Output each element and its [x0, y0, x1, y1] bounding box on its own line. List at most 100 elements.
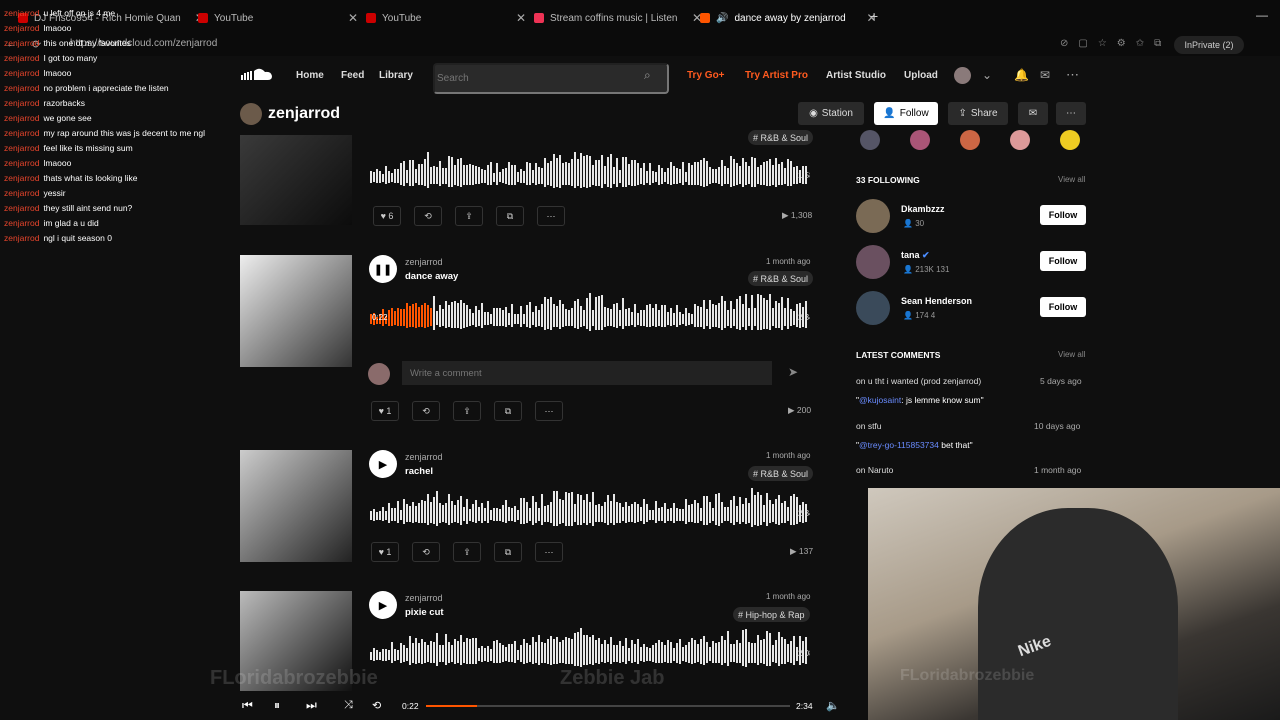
search-icon[interactable]: ⌕ — [644, 68, 651, 83]
follow-button[interactable]: Follow — [1040, 205, 1086, 225]
share-track-button[interactable]: ⇪ — [453, 542, 481, 562]
genre-tag[interactable]: # R&B & Soul — [748, 130, 814, 145]
more-icon[interactable]: ⋯ — [1066, 67, 1079, 83]
copy-link-button[interactable]: ⧉ — [494, 401, 522, 421]
following-name[interactable]: tana ✔ — [901, 250, 930, 261]
copy-link-button[interactable]: ⧉ — [494, 542, 522, 562]
play-button[interactable]: ▶ — [369, 591, 397, 619]
track-artwork[interactable] — [240, 135, 352, 225]
follow-button[interactable]: Follow — [1040, 251, 1086, 271]
track-artist[interactable]: zenjarrod — [405, 452, 443, 462]
station-button[interactable]: ◉ Station — [798, 102, 864, 125]
track-title[interactable]: rachel — [405, 466, 433, 477]
repeat-icon[interactable]: ⟲ — [372, 699, 381, 712]
chevron-down-icon[interactable]: ⌄ — [982, 68, 992, 82]
share-track-button[interactable]: ⇪ — [455, 206, 483, 226]
tab-3[interactable]: YouTube ✕ — [366, 6, 526, 30]
tab-4[interactable]: Stream coffins music | Listen to so ✕ — [534, 6, 702, 30]
share-track-button[interactable]: ⇪ — [453, 401, 481, 421]
track-artist[interactable]: zenjarrod — [405, 257, 443, 267]
more-track-button[interactable]: ⋯ — [537, 206, 565, 226]
track-artwork[interactable] — [240, 450, 352, 562]
mention-link[interactable]: @trey-go-115853734 — [859, 440, 939, 450]
following-name[interactable]: Sean Henderson — [901, 296, 972, 306]
send-icon[interactable]: ➤ — [788, 365, 798, 379]
waveform-bar — [742, 630, 744, 666]
try-go-link[interactable]: Try Go+ — [687, 70, 725, 81]
waveform-bar — [775, 301, 777, 328]
pause-icon[interactable]: ⏸ — [274, 698, 280, 713]
waveform[interactable]: 2:34 0:22 — [370, 292, 810, 334]
track-artwork[interactable] — [240, 255, 352, 367]
more-track-button[interactable]: ⋯ — [535, 542, 563, 562]
genre-tag[interactable]: # Hip-hop & Rap — [733, 607, 810, 622]
pause-button[interactable]: ❚❚ — [369, 255, 397, 283]
followers-avatars[interactable] — [856, 130, 1086, 150]
message-button[interactable]: ✉ — [1018, 102, 1048, 125]
waveform[interactable]: 1:58 — [370, 150, 810, 192]
inprivate-badge[interactable]: InPrivate (2) — [1174, 36, 1244, 54]
comments-view-all[interactable]: View all — [1058, 350, 1085, 359]
track-artist[interactable]: zenjarrod — [405, 593, 443, 603]
track-title[interactable]: pixie cut — [405, 607, 444, 618]
new-tab-icon[interactable]: + — [870, 8, 878, 24]
toolbar-icons[interactable]: ⊘▢☆⚙✩⧉ — [1060, 38, 1171, 49]
search-input[interactable] — [433, 63, 669, 94]
like-button[interactable]: ♥ 6 — [373, 206, 401, 226]
waveform-bar — [781, 297, 783, 330]
like-button[interactable]: ♥ 1 — [371, 401, 399, 421]
following-avatar[interactable] — [856, 245, 890, 279]
waveform-bar — [451, 645, 453, 662]
shuffle-icon[interactable]: ⤨ — [344, 699, 353, 712]
following-avatar[interactable] — [856, 291, 890, 325]
try-artist-pro-link[interactable]: Try Artist Pro — [745, 70, 808, 81]
waveform[interactable]: 2:34 — [370, 488, 810, 530]
close-icon[interactable]: ✕ — [516, 11, 526, 25]
genre-tag[interactable]: # R&B & Soul — [748, 466, 814, 481]
follow-button[interactable]: Follow — [1040, 297, 1086, 317]
waveform-bar — [685, 645, 687, 662]
nav-library[interactable]: Library — [379, 70, 413, 81]
profile-avatar[interactable] — [240, 103, 262, 125]
waveform[interactable]: 2:08 — [370, 628, 810, 670]
waveform-bar — [418, 643, 420, 663]
comment-track-link[interactable]: on u tht i wanted (prod zenjarrod) — [856, 376, 981, 386]
artist-studio-link[interactable]: Artist Studio — [826, 70, 886, 81]
next-icon[interactable]: ⏭ — [306, 698, 317, 713]
upload-link[interactable]: Upload — [904, 70, 938, 81]
comment-input[interactable] — [402, 361, 772, 385]
waveform-bar — [448, 494, 450, 525]
follow-profile-button[interactable]: 👤 Follow — [874, 102, 938, 125]
progress-bar[interactable] — [426, 705, 790, 707]
more-track-button[interactable]: ⋯ — [535, 401, 563, 421]
volume-icon[interactable]: 🔈 — [826, 699, 840, 712]
waveform-bar — [433, 642, 435, 663]
like-button[interactable]: ♥ 1 — [371, 542, 399, 562]
comment-track-link[interactable]: on Naruto — [856, 465, 893, 475]
play-button[interactable]: ▶ — [369, 450, 397, 478]
repost-button[interactable]: ⟲ — [412, 401, 440, 421]
close-icon[interactable]: ✕ — [348, 11, 358, 25]
nav-home[interactable]: Home — [296, 70, 324, 81]
comment-track-link[interactable]: on stfu — [856, 421, 882, 431]
mail-icon[interactable]: ✉ — [1040, 68, 1050, 82]
minimize-icon[interactable]: — — [1256, 8, 1268, 22]
genre-tag[interactable]: # R&B & Soul — [748, 271, 814, 286]
waveform-bar — [388, 310, 390, 326]
repost-button[interactable]: ⟲ — [412, 542, 440, 562]
track-title[interactable]: dance away — [405, 271, 458, 282]
repost-button[interactable]: ⟲ — [414, 206, 442, 226]
following-name[interactable]: Dkambzzz — [901, 204, 945, 214]
mention-link[interactable]: @kujosaint — [859, 395, 901, 405]
following-avatar[interactable] — [856, 199, 890, 233]
bell-icon[interactable]: 🔔 — [1014, 68, 1029, 82]
previous-icon[interactable]: ⏮ — [242, 698, 253, 713]
nav-feed[interactable]: Feed — [341, 70, 364, 81]
tab-5-active[interactable]: 🔊 dance away by zenjarrod ✕ — [700, 6, 877, 30]
soundcloud-logo-icon[interactable] — [240, 66, 274, 84]
share-button[interactable]: ⇪ Share — [948, 102, 1008, 125]
user-avatar[interactable] — [954, 67, 971, 84]
more-button[interactable]: ⋯ — [1056, 102, 1086, 125]
following-view-all[interactable]: View all — [1058, 175, 1085, 184]
copy-link-button[interactable]: ⧉ — [496, 206, 524, 226]
